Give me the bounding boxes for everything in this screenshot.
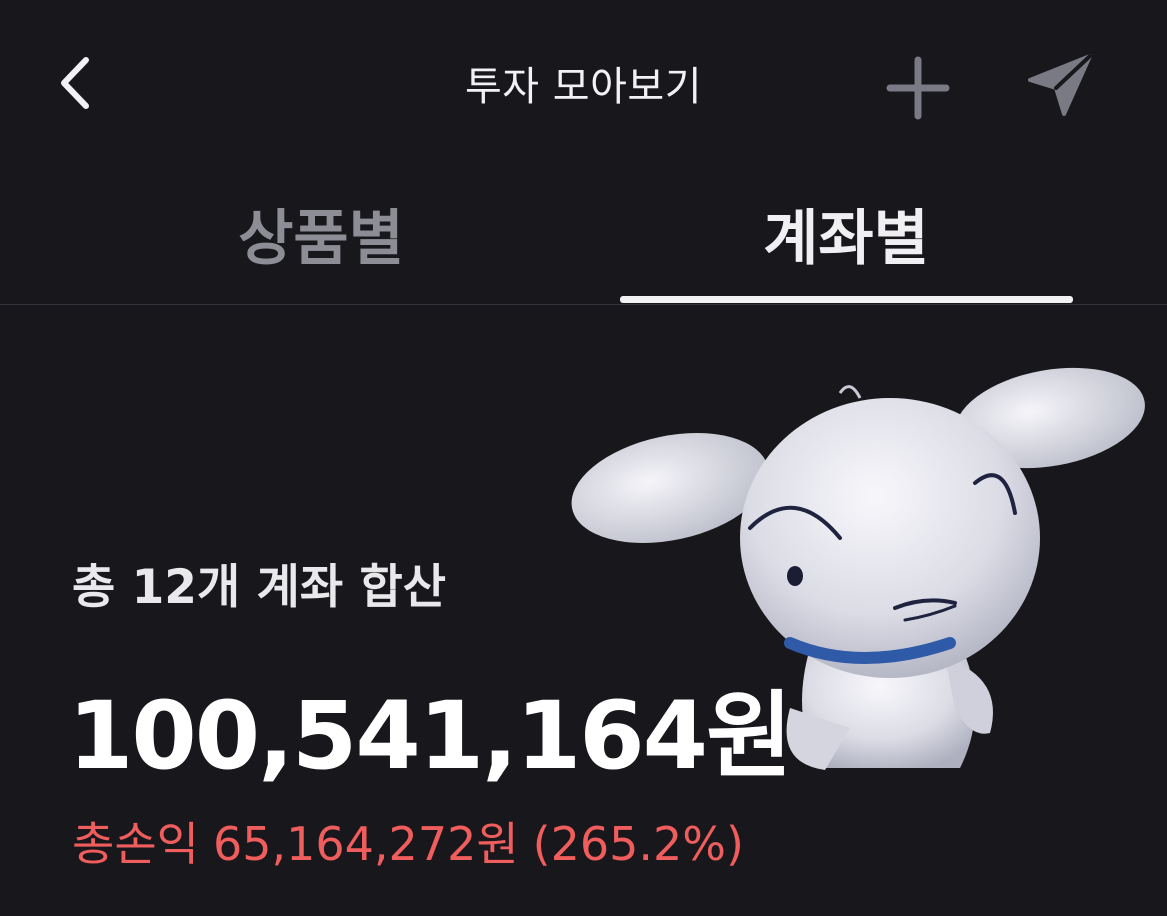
page-title: 투자 모아보기 bbox=[464, 64, 702, 110]
total-amount: 100,541,164원 bbox=[68, 682, 793, 791]
summary-label: 총 12개 계좌 합산 bbox=[72, 560, 446, 615]
screen: 투자 모아보기 상품별 계좌별 총 12개 계좌 합산 100,541,164원… bbox=[0, 0, 1167, 916]
top-navigation-bar: 투자 모아보기 bbox=[0, 0, 1167, 170]
profit-loss-line: 총손익 65,164,272원 (265.2%) bbox=[72, 808, 758, 874]
send-icon bbox=[1028, 54, 1092, 116]
tab-by-account[interactable]: 계좌별 bbox=[620, 190, 1072, 304]
plus-icon bbox=[886, 56, 950, 120]
profit-loss-amount: 65,164,272원 bbox=[212, 817, 519, 871]
profit-loss-rate: (265.2%) bbox=[532, 817, 744, 871]
add-button[interactable] bbox=[884, 54, 952, 122]
view-tabs: 상품별 계좌별 bbox=[0, 170, 1167, 305]
active-tab-indicator bbox=[620, 296, 1073, 303]
profit-loss-label: 총손익 bbox=[72, 817, 199, 871]
send-button[interactable] bbox=[1022, 48, 1098, 124]
tab-by-product[interactable]: 상품별 bbox=[95, 190, 547, 304]
